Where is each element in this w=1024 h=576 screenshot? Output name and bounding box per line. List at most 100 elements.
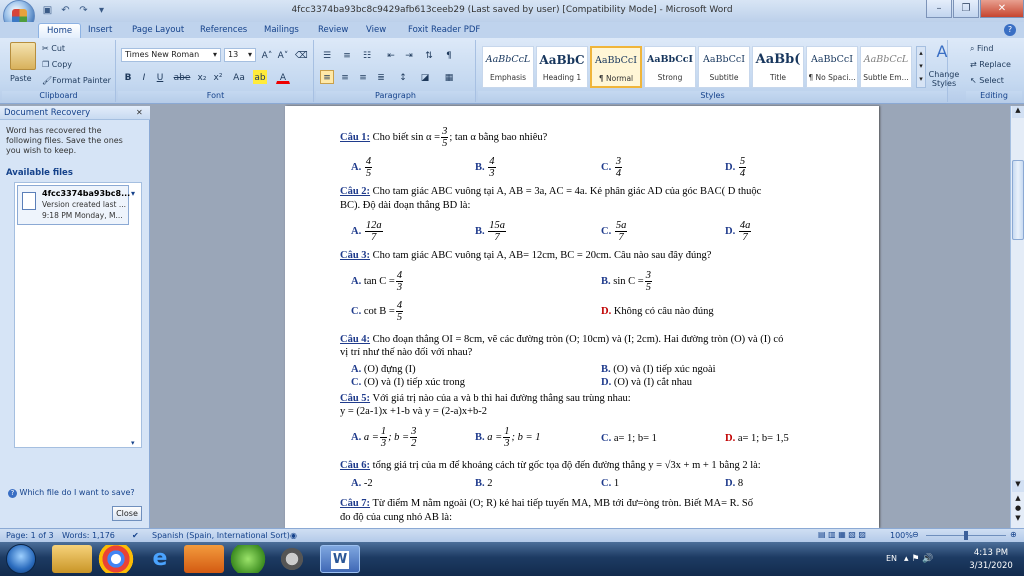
justify-icon[interactable]: ≣ <box>374 70 388 84</box>
style-normal[interactable]: AaBbCcI ¶ Normal <box>590 46 642 88</box>
style-subtle-emphasis[interactable]: AaBbCcL Subtle Em... <box>860 46 912 88</box>
align-left-icon[interactable]: ≡ <box>320 70 334 84</box>
font-size-select[interactable]: 13 ▾ <box>224 48 256 62</box>
align-center-icon[interactable]: ≡ <box>338 70 352 84</box>
chrome-icon[interactable] <box>96 545 136 573</box>
clock-date[interactable]: 3/31/2020 <box>966 561 1016 571</box>
decrease-indent-icon[interactable]: ⇤ <box>384 48 398 62</box>
change-case-button[interactable]: Aa <box>229 70 249 84</box>
browse-object-icon[interactable]: ● <box>1012 504 1024 514</box>
macro-record-icon[interactable]: ◉ <box>290 531 297 540</box>
replace-button[interactable]: ⇄ Replace <box>970 60 1011 69</box>
input-language[interactable]: EN <box>886 554 897 563</box>
option-text: (O) và (I) tiếp xúc trong <box>363 377 466 388</box>
minimize-button[interactable]: – <box>926 0 952 18</box>
language-indicator[interactable]: Spanish (Spain, International Sort) <box>152 531 290 540</box>
grow-font-button[interactable]: A˄ <box>260 48 274 62</box>
borders-icon[interactable]: ▦ <box>442 70 456 84</box>
tray-icons[interactable]: ▴ ⚑ 🔊 <box>904 554 934 564</box>
style-subtitle[interactable]: AaBbCcI Subtitle <box>698 46 750 88</box>
tab-mailings[interactable]: Mailings <box>256 23 307 38</box>
recovered-file-item[interactable]: 4fcc3374ba93bc8... Version created last … <box>17 185 130 225</box>
format-painter-button[interactable]: 🖌Format Painter <box>42 76 111 85</box>
clear-formatting-button[interactable]: ⌫ <box>294 48 308 62</box>
word-taskbar-icon[interactable]: W <box>320 545 360 573</box>
restore-button[interactable]: ❐ <box>953 0 979 18</box>
app-icon[interactable] <box>228 545 268 573</box>
tab-page-layout[interactable]: Page Layout <box>124 23 192 38</box>
file-explorer-icon[interactable] <box>52 545 92 573</box>
paste-button[interactable]: Paste <box>10 74 32 83</box>
redo-icon[interactable]: ↷ <box>76 3 91 18</box>
zoom-out-icon[interactable]: ⊖ <box>912 530 919 539</box>
cut-button[interactable]: ✂ Cut <box>42 44 65 53</box>
help-link[interactable]: ? Which file do I want to save? <box>8 488 135 498</box>
style-no-spacing[interactable]: AaBbCcI ¶ No Spaci... <box>806 46 858 88</box>
word-count[interactable]: Words: 1,176 <box>62 531 115 540</box>
save-icon[interactable]: ▣ <box>40 3 55 18</box>
file-dropdown-icon[interactable]: ▾ <box>131 189 135 198</box>
tab-references[interactable]: References <box>192 23 255 38</box>
close-window-button[interactable]: ✕ <box>980 0 1024 18</box>
vertical-scrollbar[interactable]: ▲ ▼ ▲ ● ▼ <box>1010 106 1024 528</box>
document-page[interactable]: Câu 1: Cho biết sin α = 3 5; tan α bằng ba… <box>285 106 879 528</box>
subscript-button[interactable]: x₂ <box>195 70 209 84</box>
undo-icon[interactable]: ↶ <box>58 3 73 18</box>
sort-icon[interactable]: ⇅ <box>422 48 436 62</box>
font-color-button[interactable]: A <box>276 70 290 84</box>
italic-button[interactable]: I <box>137 70 151 84</box>
style-emphasis[interactable]: AaBbCcL Emphasis <box>482 46 534 88</box>
select-button[interactable]: ↖ Select <box>970 76 1004 85</box>
close-pane-button[interactable]: Close <box>112 506 142 521</box>
internet-explorer-icon[interactable]: e <box>140 545 180 573</box>
numbering-icon[interactable]: ≡ <box>340 48 354 62</box>
line-spacing-icon[interactable]: ↕ <box>396 70 410 84</box>
bold-button[interactable]: B <box>121 70 135 84</box>
style-strong[interactable]: AaBbCcI Strong <box>644 46 696 88</box>
change-styles-button[interactable]: Change Styles <box>924 70 964 88</box>
increase-indent-icon[interactable]: ⇥ <box>402 48 416 62</box>
view-buttons[interactable]: ▤ ▥ ▦ ▧ ▨ <box>818 530 866 539</box>
highlight-button[interactable]: ab <box>253 70 267 84</box>
find-button[interactable]: ⌕ Find <box>970 44 993 54</box>
tab-insert[interactable]: Insert <box>80 23 120 38</box>
numerator: 4 <box>395 270 404 282</box>
next-page-icon[interactable]: ▼ <box>1012 514 1024 524</box>
media-player-icon[interactable] <box>184 545 224 573</box>
scroll-up-icon[interactable]: ▲ <box>1012 106 1024 118</box>
bullets-icon[interactable]: ☰ <box>320 48 334 62</box>
style-heading-1[interactable]: AaBbC Heading 1 <box>536 46 588 88</box>
shading-icon[interactable]: ◪ <box>418 70 432 84</box>
copy-button[interactable]: ❐ Copy <box>42 60 72 69</box>
start-button[interactable] <box>6 544 36 574</box>
align-right-icon[interactable]: ≡ <box>356 70 370 84</box>
help-icon[interactable]: ? <box>1004 24 1016 36</box>
page-count[interactable]: Page: 1 of 3 <box>6 531 54 540</box>
close-icon[interactable]: ✕ <box>136 108 143 117</box>
qat-dropdown-icon[interactable]: ▾ <box>94 3 109 18</box>
option-letter: A. <box>351 364 362 375</box>
media-icon[interactable] <box>272 545 312 573</box>
zoom-level[interactable]: 100% <box>890 531 913 540</box>
pilcrow-icon[interactable]: ¶ <box>442 48 456 62</box>
scroll-thumb[interactable] <box>1012 160 1024 240</box>
font-name-select[interactable]: Times New Roman ▾ <box>121 48 221 62</box>
previous-page-icon[interactable]: ▲ <box>1012 494 1024 504</box>
fraction: 35 <box>644 270 652 293</box>
style-title[interactable]: AaBb(Title <box>752 46 804 88</box>
tab-review[interactable]: Review <box>310 23 356 38</box>
spelling-check-icon[interactable]: ✔ <box>132 531 139 540</box>
strikethrough-button[interactable]: abe <box>171 70 193 84</box>
shrink-font-button[interactable]: A˅ <box>276 48 290 62</box>
multilevel-list-icon[interactable]: ☷ <box>360 48 374 62</box>
list-scroll-down-icon[interactable]: ▾ <box>131 439 135 447</box>
underline-button[interactable]: U <box>153 70 167 84</box>
clock-time[interactable]: 4:13 PM <box>966 548 1016 558</box>
scroll-down-icon[interactable]: ▼ <box>1012 480 1024 492</box>
tab-foxit-reader-pdf[interactable]: Foxit Reader PDF <box>400 23 488 38</box>
tab-view[interactable]: View <box>358 23 394 38</box>
tab-home[interactable]: Home <box>38 23 82 38</box>
zoom-in-icon[interactable]: ⊕ <box>1010 530 1017 539</box>
zoom-slider-handle[interactable] <box>964 531 968 540</box>
superscript-button[interactable]: x² <box>211 70 225 84</box>
